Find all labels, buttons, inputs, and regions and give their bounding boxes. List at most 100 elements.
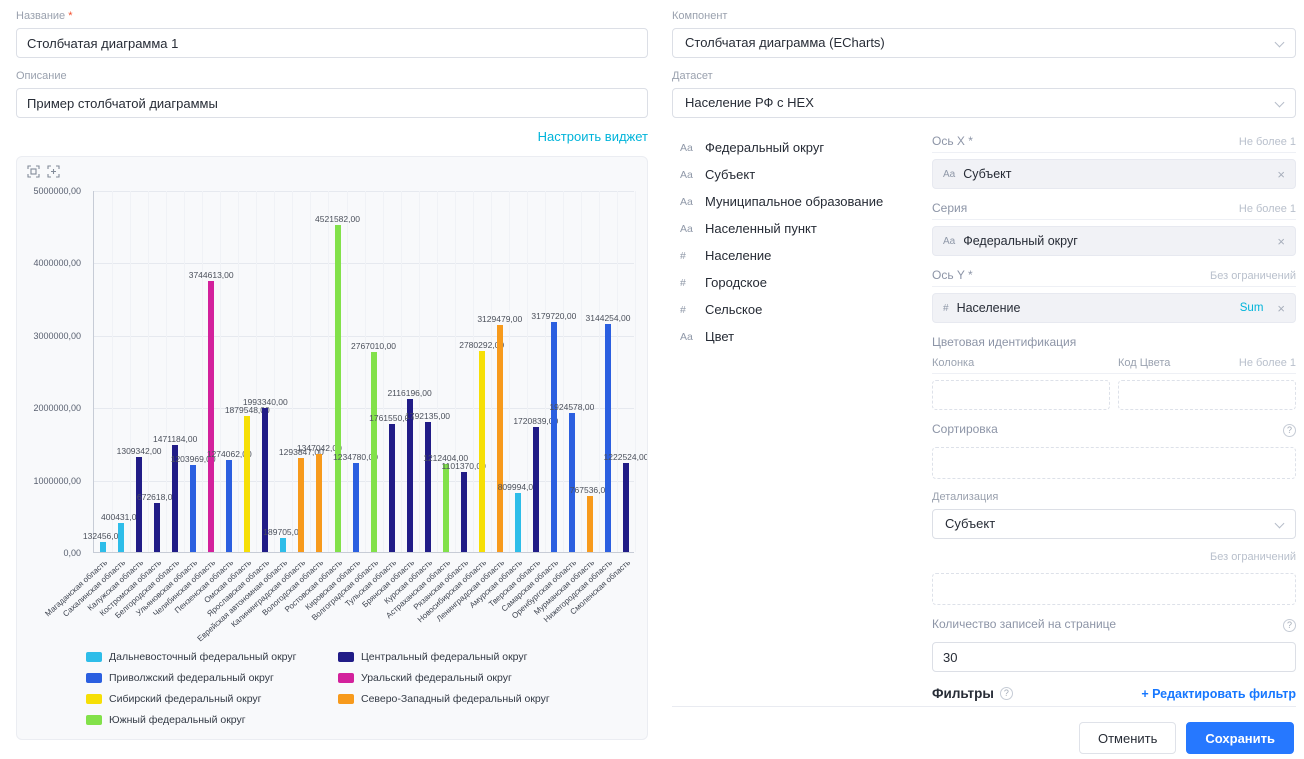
field-item[interactable]: AaФедеральный округ (680, 140, 924, 155)
field-type-icon: Aa (680, 331, 696, 343)
detalization-select[interactable]: Субъект (932, 509, 1296, 539)
help-icon[interactable]: ? (1283, 424, 1296, 437)
bar[interactable] (353, 463, 359, 552)
zoom-select-icon[interactable] (27, 165, 40, 178)
y-axis-tick-label: 5000000,00 (17, 186, 81, 196)
legend-swatch (86, 652, 102, 662)
bar[interactable] (389, 424, 395, 552)
remove-icon[interactable]: × (1277, 235, 1285, 248)
legend-item[interactable]: Сибирский федеральный округ (86, 693, 326, 705)
configure-widget-link[interactable]: Настроить виджет (538, 129, 648, 144)
field-item[interactable]: #Население (680, 248, 924, 263)
gridline (328, 191, 329, 552)
legend-swatch (338, 694, 354, 704)
name-input[interactable] (16, 28, 648, 58)
legend-item[interactable]: Северо-Западный федеральный округ (338, 693, 578, 705)
bar[interactable] (335, 225, 341, 552)
gridline (220, 191, 221, 552)
bar[interactable] (208, 281, 214, 552)
bar[interactable] (316, 454, 322, 552)
remove-icon[interactable]: × (1277, 168, 1285, 181)
axis-y-chip[interactable]: # Население Sum × (932, 293, 1296, 323)
bar[interactable] (280, 538, 286, 552)
gridline (365, 191, 366, 552)
legend-item[interactable]: Южный федеральный округ (86, 714, 326, 726)
legend-swatch (86, 694, 102, 704)
component-label: Компонент (672, 10, 1296, 23)
series-chip[interactable]: Aa Федеральный округ × (932, 226, 1296, 256)
bar[interactable] (461, 472, 467, 552)
field-item[interactable]: #Городское (680, 275, 924, 290)
legend-item[interactable]: Приволжский федеральный округ (86, 672, 326, 684)
legend-item[interactable]: Дальневосточный федеральный округ (86, 651, 326, 663)
field-item[interactable]: AaНаселенный пункт (680, 221, 924, 236)
column-drop-zone[interactable] (932, 380, 1110, 410)
bar[interactable] (569, 413, 575, 552)
legend-item[interactable]: Уральский федеральный округ (338, 672, 578, 684)
bar[interactable] (154, 503, 160, 552)
bar[interactable] (497, 325, 503, 552)
color-identification-title: Цветовая идентификация (932, 335, 1296, 349)
edit-filter-link[interactable]: + Редактировать фильтр (1141, 687, 1296, 701)
bar[interactable] (605, 324, 611, 552)
color-code-drop-zone[interactable] (1118, 380, 1296, 410)
bar[interactable] (190, 465, 196, 552)
bar[interactable] (623, 463, 629, 552)
bar[interactable] (118, 523, 124, 552)
bar[interactable] (136, 457, 142, 552)
sorting-drop-zone[interactable] (932, 447, 1296, 479)
field-item[interactable]: AaСубъект (680, 167, 924, 182)
axis-x-chip[interactable]: Aa Субъект × (932, 159, 1296, 189)
field-type-icon: Aa (680, 142, 696, 154)
cancel-button[interactable]: Отменить (1079, 722, 1176, 754)
extra-drop-zone[interactable] (932, 573, 1296, 605)
component-select[interactable]: Столбчатая диаграмма (ECharts) (672, 28, 1296, 58)
description-label: Описание (16, 70, 648, 83)
description-input[interactable] (16, 88, 648, 118)
field-item[interactable]: Aa Цвет (680, 329, 924, 344)
detalization-label: Детализация (932, 491, 1296, 504)
bar[interactable] (515, 493, 521, 552)
chip-label: Федеральный округ (963, 234, 1269, 248)
footer: Отменить Сохранить (1079, 722, 1294, 754)
help-icon[interactable]: ? (1283, 619, 1296, 632)
bar[interactable] (407, 399, 413, 552)
bar[interactable] (100, 542, 106, 552)
color-identification-limit: Не более 1 (1239, 357, 1296, 369)
bar[interactable] (533, 427, 539, 552)
gridline (527, 191, 528, 552)
legend-label: Северо-Западный федеральный округ (361, 693, 550, 705)
bar[interactable] (587, 496, 593, 552)
aggregation-label[interactable]: Sum (1240, 302, 1264, 314)
axis-y-limit: Без ограничений (1210, 270, 1296, 282)
field-item[interactable]: #Сельское (680, 302, 924, 317)
legend-item[interactable]: Центральный федеральный округ (338, 651, 578, 663)
left-panel: Название * Описание Настроить виджет 0,0… (16, 10, 648, 740)
bar[interactable] (479, 351, 485, 552)
filters-help-icon[interactable]: ? (1000, 687, 1013, 700)
page-size-input[interactable] (932, 642, 1296, 672)
bar[interactable] (226, 460, 232, 552)
bar[interactable] (298, 458, 304, 552)
remove-icon[interactable]: × (1277, 302, 1285, 315)
legend-label: Центральный федеральный округ (361, 651, 527, 663)
dataset-select[interactable]: Население РФ с HEX (672, 88, 1296, 118)
bar-value-label: 1471184,00 (137, 434, 213, 444)
bar[interactable] (551, 322, 557, 552)
field-label: Цвет (705, 329, 734, 344)
dataset-label: Датасет (672, 70, 1296, 83)
zoom-restore-icon[interactable] (47, 165, 60, 178)
chart-plot: 132456,00Магаданская область400431,00Сах… (93, 191, 634, 553)
field-item[interactable]: AaМуниципальное образование (680, 194, 924, 209)
bar-value-label: 672618,00 (119, 492, 195, 502)
legend-label: Южный федеральный округ (109, 714, 246, 726)
required-mark: * (68, 10, 72, 22)
bar[interactable] (425, 422, 431, 552)
save-button[interactable]: Сохранить (1186, 722, 1294, 754)
detalization-value: Субъект (945, 516, 995, 531)
bar[interactable] (371, 352, 377, 552)
legend-swatch (86, 673, 102, 683)
bar[interactable] (443, 464, 449, 552)
footer-divider (672, 706, 1296, 707)
name-label-text: Название (16, 10, 65, 22)
